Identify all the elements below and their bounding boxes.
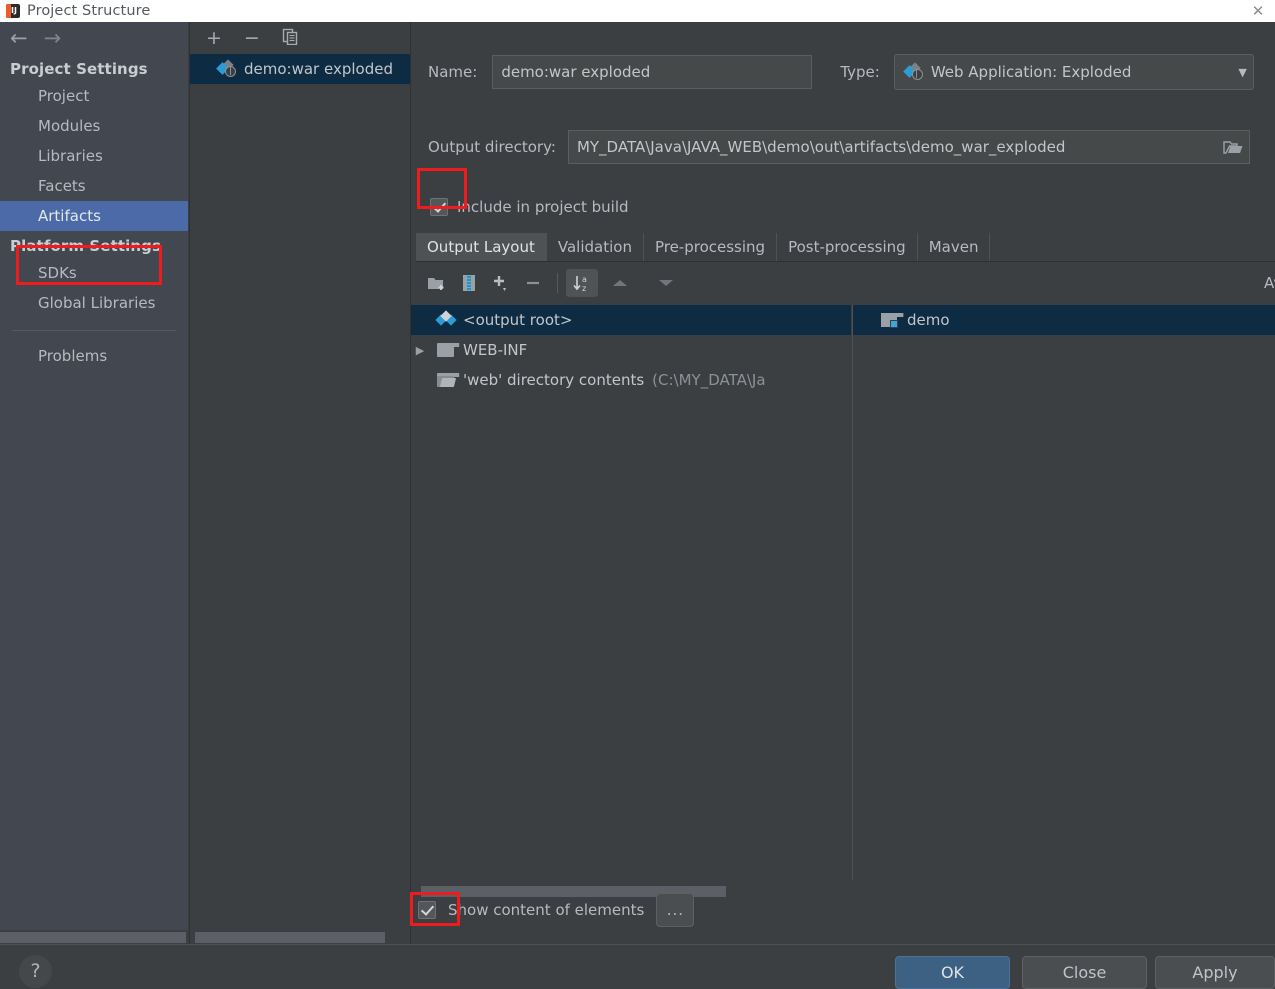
artifact-list-item-label: demo:war exploded — [244, 60, 393, 78]
output-directory-value: MY_DATA\Java\JAVA_WEB\demo\out\artifacts… — [576, 138, 1066, 156]
output-layout-toolbar: a z — [411, 263, 1275, 303]
tree-row-label: <output root> — [463, 311, 573, 329]
tree-row-path-suffix: (C:\MY_DATA\Ja — [652, 371, 766, 389]
sidebar-item-global-libraries[interactable]: Global Libraries — [0, 288, 188, 318]
move-down-icon[interactable] — [650, 269, 682, 297]
include-in-project-build-row[interactable]: Include in project build — [430, 198, 629, 216]
include-in-project-build-label: Include in project build — [457, 198, 629, 216]
tab-pre-processing[interactable]: Pre-processing — [644, 233, 778, 261]
sidebar-header-platform-settings: Platform Settings — [10, 237, 162, 255]
forward-arrow-icon[interactable]: → — [44, 27, 62, 49]
tab-output-layout[interactable]: Output Layout — [416, 233, 547, 261]
artifact-list-item[interactable]: demo:war exploded — [190, 54, 410, 84]
copy-artifact-icon[interactable] — [282, 28, 299, 49]
folder-open-icon — [437, 372, 460, 388]
sidebar-item-libraries[interactable]: Libraries — [0, 141, 188, 171]
module-icon — [881, 312, 904, 328]
tree-row-demo-module[interactable]: demo — [853, 305, 1275, 335]
name-type-row: Name: demo:war exploded Type: Web Applic… — [411, 52, 1275, 92]
artifact-editor-panel: Name: demo:war exploded Type: Web Applic… — [410, 22, 1275, 944]
help-button[interactable]: ? — [19, 955, 52, 988]
output-directory-input[interactable]: MY_DATA\Java\JAVA_WEB\demo\out\artifacts… — [567, 130, 1250, 164]
project-structure-dialog: IJ Project Structure ✕ ← → Project Setti… — [0, 0, 1275, 989]
dialog-body: ← → Project Settings Project Modules Lib… — [0, 22, 1275, 944]
artifact-icon — [216, 59, 236, 77]
artifact-type-dropdown[interactable]: Web Application: Exploded ▼ — [893, 54, 1254, 90]
more-options-button[interactable]: ... — [656, 893, 695, 927]
output-directory-row: Output directory: MY_DATA\Java\JAVA_WEB\… — [411, 127, 1275, 167]
sort-alphabetically-icon[interactable]: a z — [566, 269, 598, 297]
sidebar-item-artifacts[interactable]: Artifacts — [0, 201, 188, 231]
include-in-project-build-checkbox[interactable] — [430, 198, 448, 216]
close-button[interactable]: Close — [1022, 956, 1147, 989]
output-root-icon — [435, 310, 457, 328]
tree-row-web-inf[interactable]: ▶ WEB-INF — [411, 335, 851, 365]
artifacts-list-panel: + − demo:war exploded — [189, 22, 411, 944]
settings-sidebar: ← → Project Settings Project Modules Lib… — [0, 22, 188, 944]
tab-maven[interactable]: Maven — [918, 233, 991, 261]
scrollbar-thumb[interactable] — [195, 932, 385, 943]
scrollbar-thumb[interactable] — [0, 932, 186, 943]
sidebar-item-problems[interactable]: Problems — [0, 341, 188, 371]
window-title: Project Structure — [27, 3, 151, 19]
show-content-row: Show content of elements ... — [410, 885, 1275, 935]
artifact-type-value: Web Application: Exploded — [930, 63, 1132, 81]
move-up-icon[interactable] — [604, 269, 636, 297]
sidebar-header-project-settings: Project Settings — [10, 60, 148, 78]
sidebar-item-sdks[interactable]: SDKs — [0, 258, 188, 288]
tree-row-label: WEB-INF — [463, 341, 528, 359]
sidebar-nav-buttons: ← → — [0, 22, 188, 54]
available-elements-header: Available Elements ? — [1264, 263, 1275, 303]
ok-button[interactable]: OK — [895, 956, 1010, 989]
toolbar-divider — [557, 273, 558, 293]
svg-text:z: z — [582, 284, 586, 293]
back-arrow-icon[interactable]: ← — [10, 27, 28, 49]
artifact-type-icon — [902, 62, 923, 80]
add-artifact-icon[interactable]: + — [206, 28, 222, 48]
sidebar-item-project[interactable]: Project — [0, 81, 188, 111]
tab-post-processing[interactable]: Post-processing — [777, 233, 918, 261]
sidebar-horizontal-scrollbar[interactable] — [0, 930, 188, 944]
sidebar-item-modules[interactable]: Modules — [0, 111, 188, 141]
artifacts-toolbar: + − — [190, 22, 410, 54]
output-directory-label: Output directory: — [428, 138, 556, 156]
name-label: Name: — [428, 63, 478, 81]
artifact-name-input[interactable]: demo:war exploded — [492, 55, 813, 89]
tree-row-label: demo — [907, 311, 950, 329]
output-layout-tree: <output root> ▶ WEB-INF 'web' directory … — [411, 305, 851, 880]
type-label: Type: — [840, 63, 880, 81]
browse-folder-icon[interactable] — [1223, 139, 1243, 160]
available-elements-tree: demo — [852, 305, 1275, 880]
chevron-down-icon[interactable]: ▼ — [1238, 66, 1246, 79]
remove-element-icon[interactable] — [517, 269, 549, 297]
title-bar: IJ Project Structure ✕ — [0, 0, 1275, 22]
add-archive-icon[interactable] — [453, 269, 485, 297]
tab-validation[interactable]: Validation — [547, 233, 644, 261]
dialog-footer: ? OK Close Apply — [0, 944, 1275, 989]
svg-text:a: a — [582, 275, 587, 284]
tree-expander-icon[interactable]: ▶ — [411, 344, 429, 357]
folder-icon — [437, 342, 460, 358]
show-content-of-elements-checkbox[interactable] — [418, 901, 436, 919]
sidebar-divider — [12, 330, 176, 331]
show-content-of-elements-label: Show content of elements — [448, 901, 645, 919]
artifacts-horizontal-scrollbar[interactable] — [190, 930, 411, 944]
close-icon[interactable]: ✕ — [1247, 2, 1269, 20]
tree-row-output-root[interactable]: <output root> — [411, 305, 851, 335]
intellij-idea-icon: IJ — [5, 3, 21, 19]
apply-button[interactable]: Apply — [1155, 956, 1275, 989]
sidebar-item-facets[interactable]: Facets — [0, 171, 188, 201]
artifact-tabs: Output Layout Validation Pre-processing … — [416, 233, 1275, 262]
add-element-icon[interactable] — [485, 269, 517, 297]
available-elements-label: Available Elements — [1264, 274, 1275, 292]
tree-row-label: 'web' directory contents — [463, 371, 645, 389]
tree-row-web-directory-contents[interactable]: 'web' directory contents (C:\MY_DATA\Ja — [411, 365, 851, 395]
remove-artifact-icon[interactable]: − — [244, 28, 260, 48]
add-directory-icon[interactable] — [421, 269, 453, 297]
